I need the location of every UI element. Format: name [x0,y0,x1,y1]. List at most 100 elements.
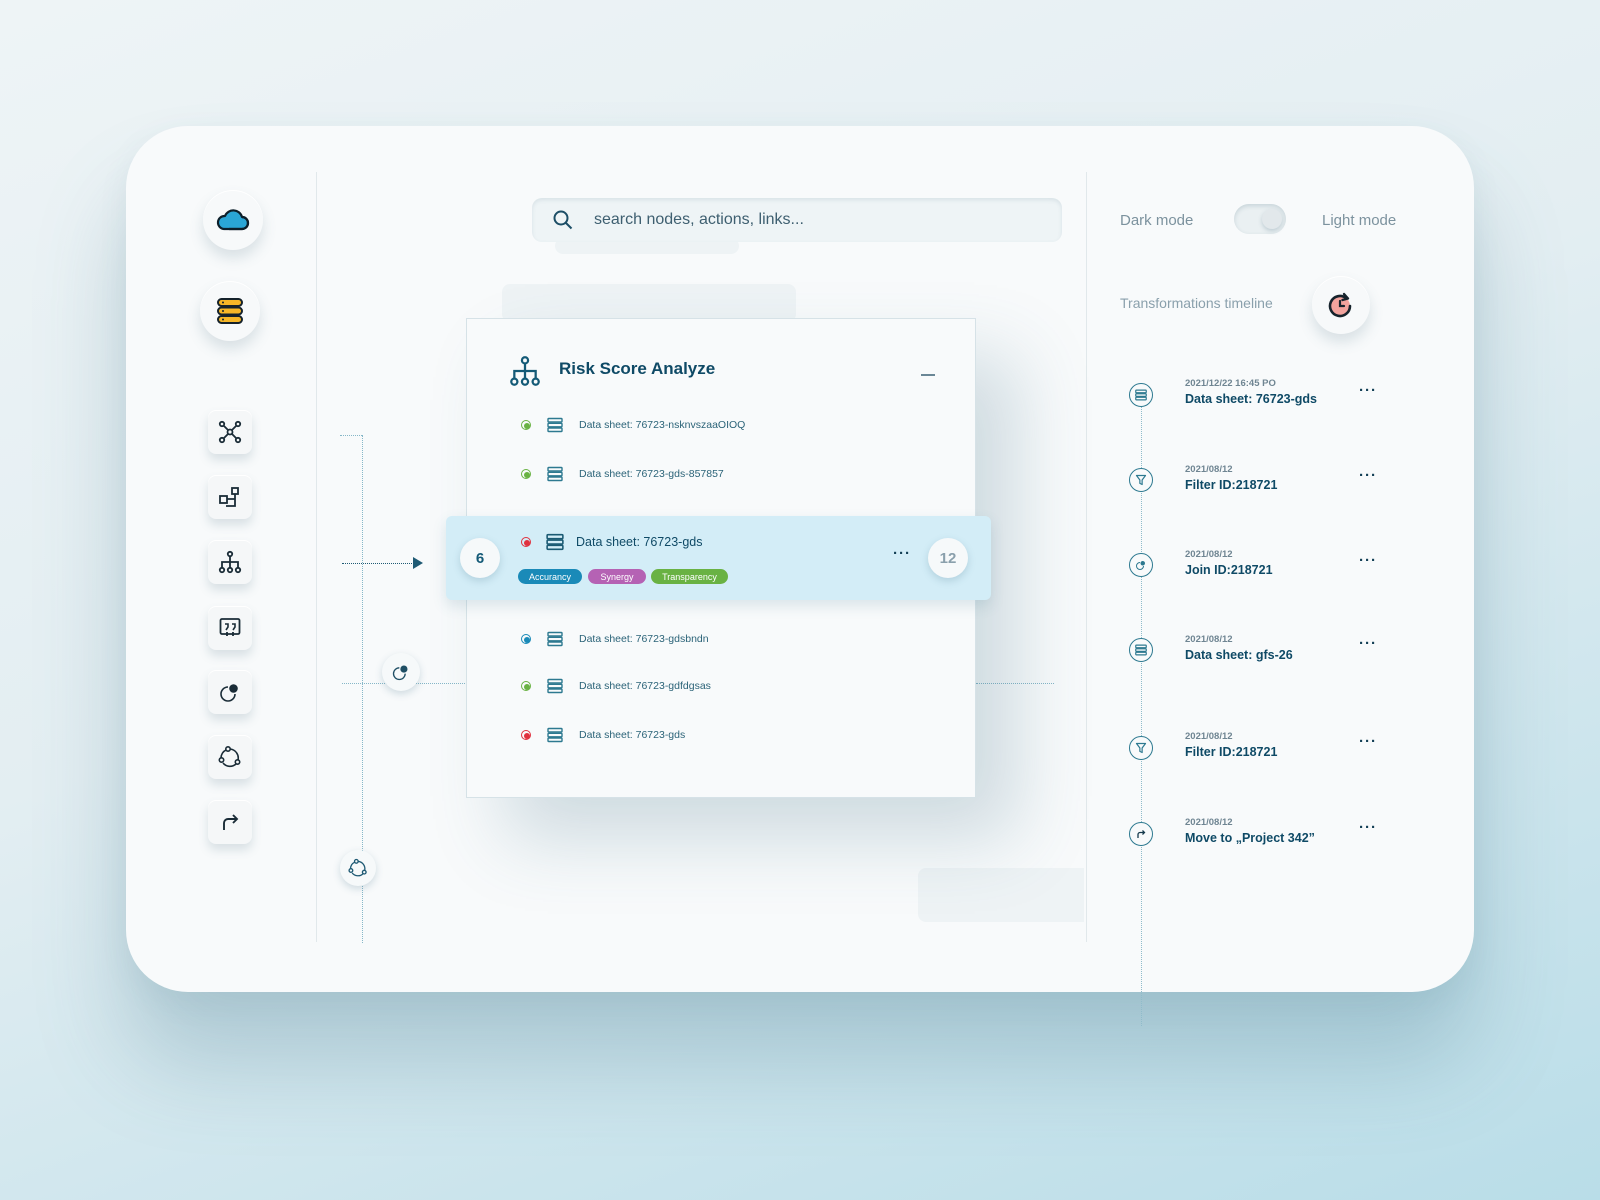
status-dot-blue [521,634,531,644]
right-panel-divider [1086,172,1087,942]
shapes-icon [219,487,239,507]
list-item-label: Data sheet: 76723-gdfdgsas [579,680,711,692]
datasheet-icon [547,417,563,433]
timeline-item-icon [1129,553,1153,577]
search-input[interactable] [594,198,1062,242]
background-card-top [502,284,796,322]
timeline-item-name[interactable]: Filter ID:218721 [1185,745,1277,759]
list-item-label: Data sheet: 76723-gdsbndn [579,633,709,645]
datasheet-icon [546,533,564,551]
tool-redirect-button[interactable] [208,800,252,844]
share-icon [218,745,241,768]
tool-hierarchy-button[interactable] [208,540,252,584]
status-dot-red [521,537,531,547]
join-node[interactable] [382,653,420,691]
list-item-label: Data sheet: 76723-gds [579,729,686,741]
timeline-title: Transformations timeline [1120,295,1273,311]
list-item[interactable]: Data sheet: 76723-gdfdgsas [521,676,711,696]
hierarchy-icon [218,550,242,574]
tag-accurancy[interactable]: Accurancy [518,569,582,584]
list-item[interactable]: Data sheet: 76723-gds [521,725,685,745]
timeline-item-more-button[interactable]: ··· [1359,552,1377,569]
join-icon [392,665,408,681]
status-dot-green [521,469,531,479]
network-icon [218,420,242,444]
timeline-item-date: 2021/08/12 [1185,731,1233,742]
filter-icon [1135,742,1147,754]
timeline-item-icon [1129,383,1153,407]
collapse-button[interactable] [921,374,935,376]
join-icon [1136,561,1145,570]
theme-toggle[interactable] [1234,204,1286,234]
database-stack-icon [217,298,243,324]
timeline-item-more-button[interactable]: ··· [1359,635,1377,652]
history-button[interactable] [1312,276,1370,334]
share-node[interactable] [340,850,376,886]
datasheet-icon [547,631,563,647]
status-dot-red [521,730,531,740]
selected-list-item[interactable]: 6 Data sheet: 76723-gds Accurancy Synerg… [446,516,991,600]
datasheet-icon [1135,389,1147,401]
toggle-knob[interactable] [1262,209,1282,229]
timeline-item-name[interactable]: Data sheet: gfs-26 [1185,648,1293,662]
flow-line [976,683,1054,684]
datasheet-icon [547,678,563,694]
timeline-item-date: 2021/08/12 [1185,464,1233,475]
redirect-icon [1137,830,1146,838]
join-icon [220,684,238,702]
timeline-item-more-button[interactable]: ··· [1359,467,1377,484]
background-card-bottom [918,868,1084,922]
light-mode-label: Light mode [1322,212,1397,229]
filter-icon [1135,474,1147,486]
list-item[interactable]: Data sheet: 76723-gds-857857 [521,464,724,484]
timeline-item-more-button[interactable]: ··· [1359,382,1377,399]
list-item[interactable]: Data sheet: 76723-gdsbndn [521,629,709,649]
search-icon [553,210,573,230]
timeline-item-date: 2021/08/12 [1185,549,1233,560]
tag-synergy[interactable]: Synergy [588,569,646,584]
timeline-item-date: 2021/12/22 16:45 PO [1185,378,1276,389]
history-icon [1328,292,1352,318]
flow-line [340,435,362,436]
tool-network-button[interactable] [208,410,252,454]
datasheet-icon [1135,644,1147,656]
flow-arrow-line [342,563,414,564]
tool-join-button[interactable] [208,670,252,714]
dark-mode-label: Dark mode [1120,212,1194,229]
list-item[interactable]: Data sheet: 76723-nsknvszaaOIOQ [521,415,745,435]
database-button[interactable] [200,281,260,341]
timeline-item-name[interactable]: Filter ID:218721 [1185,478,1277,492]
list-item-label: Data sheet: 76723-gds-857857 [579,468,724,480]
status-dot-green [521,681,531,691]
timeline-item-name[interactable]: Data sheet: 76723-gds [1185,392,1317,406]
timeline-item-name[interactable]: Join ID:218721 [1185,563,1273,577]
left-count-badge[interactable]: 6 [460,538,500,578]
tool-shapes-button[interactable] [208,475,252,519]
selected-item-label: Data sheet: 76723-gds [576,535,703,549]
share-icon [348,858,367,877]
redirect-icon [223,814,239,830]
tool-share-button[interactable] [208,735,252,779]
tool-quote-button[interactable] [208,606,252,650]
timeline-item-name[interactable]: Move to „Project 342” [1185,831,1315,845]
timeline-item-icon [1129,638,1153,662]
main-card: Risk Score Analyze Data sheet: 76723-nsk… [126,126,1474,1026]
panel-title: Risk Score Analyze [559,359,716,378]
quote-icon [219,618,241,636]
list-item-label: Data sheet: 76723-nsknvszaaOIOQ [579,419,746,431]
cloud-button[interactable] [203,190,263,250]
timeline-item-more-button[interactable]: ··· [1359,819,1377,836]
right-count-badge[interactable]: 12 [928,538,968,578]
flow-arrow-icon [413,557,423,569]
search-bar[interactable] [532,198,1062,242]
timeline-item-icon [1129,822,1153,846]
more-options-button[interactable]: ··· [893,545,911,562]
timeline-item-icon [1129,468,1153,492]
status-dot-green [521,420,531,430]
hierarchy-icon [510,356,540,386]
datasheet-icon [547,727,563,743]
tag-transparency[interactable]: Transparency [651,569,728,584]
timeline-item-date: 2021/08/12 [1185,817,1233,828]
datasheet-icon [547,466,563,482]
timeline-item-more-button[interactable]: ··· [1359,733,1377,750]
